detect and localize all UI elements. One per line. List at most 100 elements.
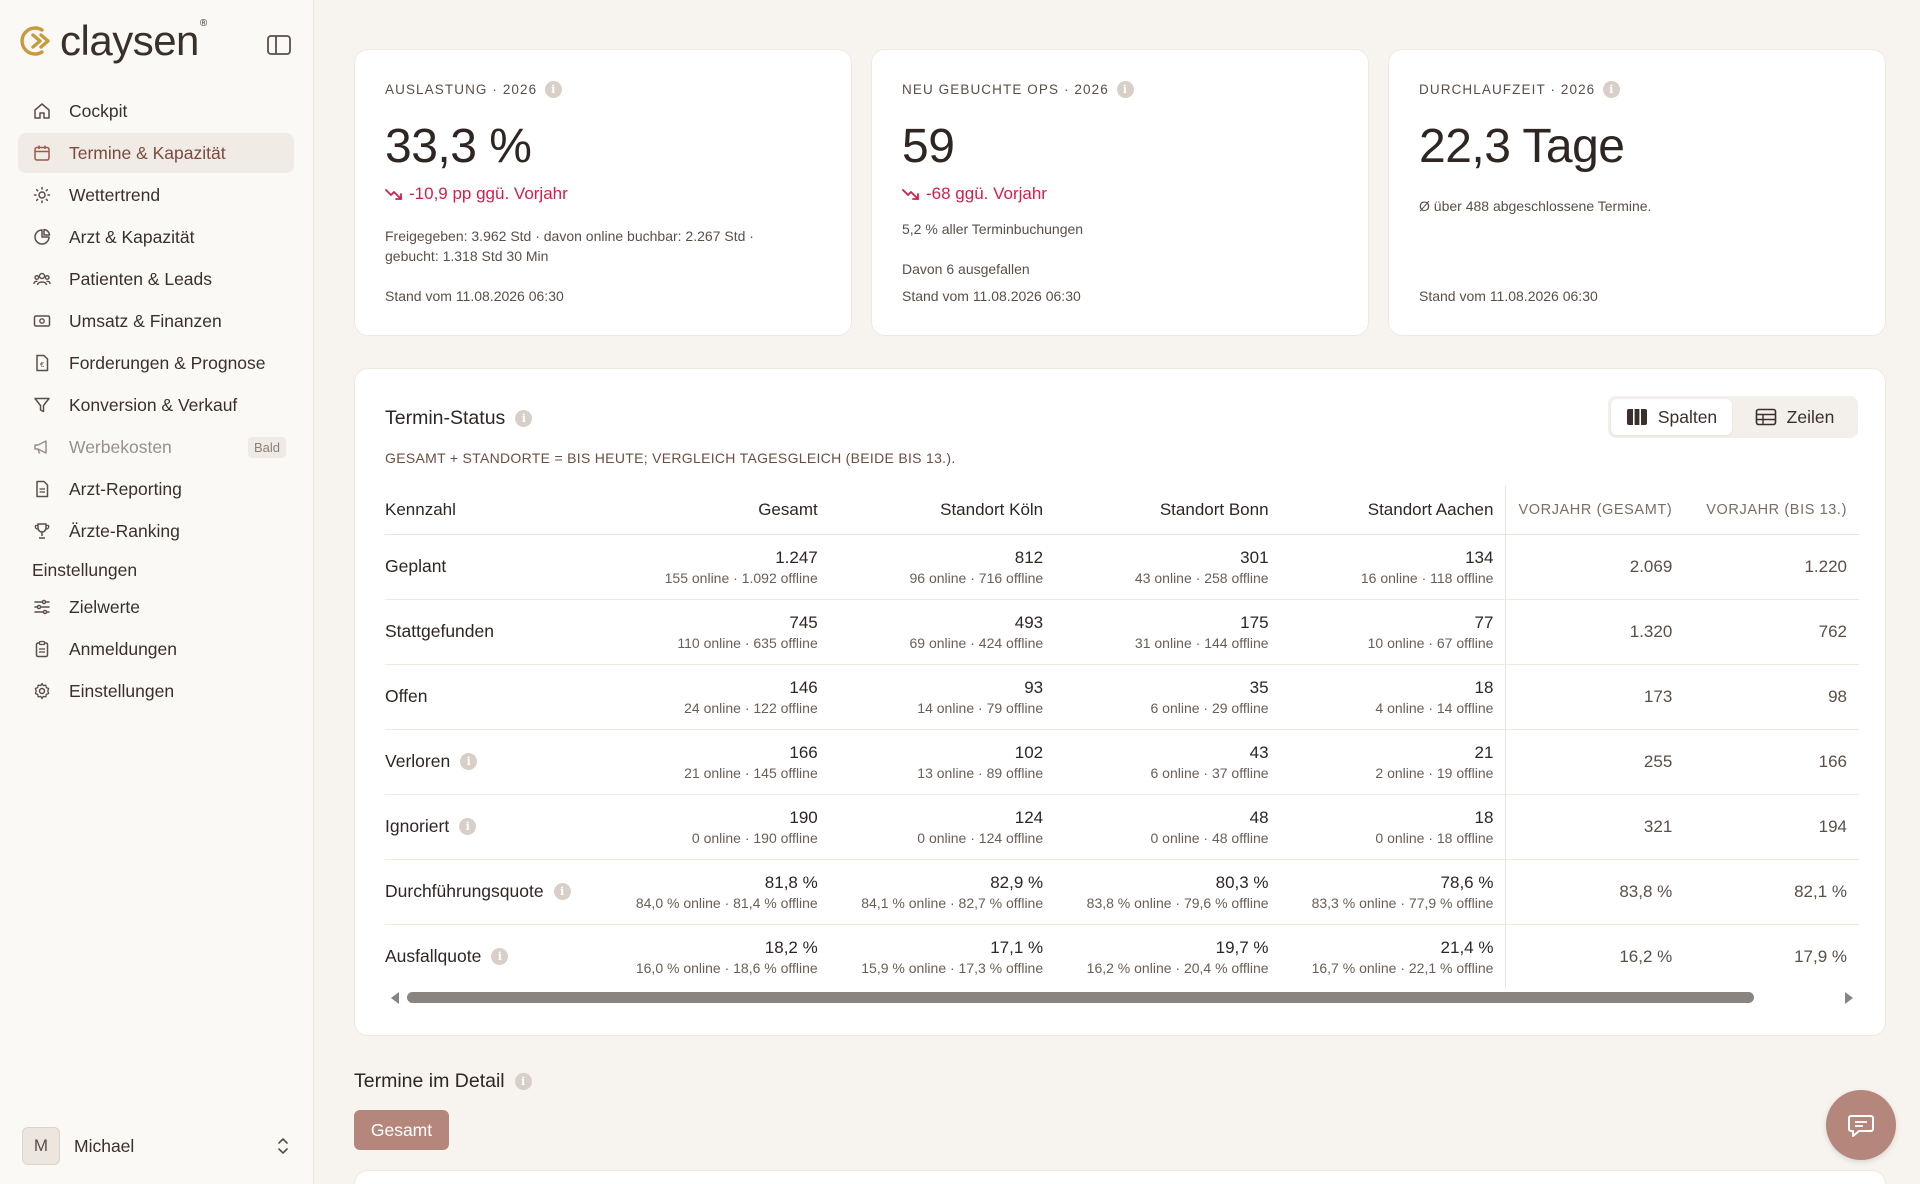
cell-value: 102 [1014, 742, 1044, 762]
cell-breakdown: 155 online · 1.092 offline [664, 569, 818, 586]
scroll-right-arrow-icon[interactable] [1845, 992, 1853, 1004]
info-icon[interactable]: i [553, 883, 571, 900]
nav-item-umsatz-finanzen[interactable]: Umsatz & Finanzen [18, 301, 294, 341]
kpi-card-auslastung: AUSLASTUNG · 2026 i 33,3 % -10,9 pp ggü. … [354, 49, 852, 336]
nav-label: Termine & Kapazität [69, 142, 226, 163]
columns-icon [1626, 409, 1647, 425]
kpi-label: NEU GEBUCHTE OPS · 2026 i [902, 80, 1338, 98]
toggle-rows-button[interactable]: Zeilen [1734, 399, 1855, 435]
chat-button[interactable] [1826, 1090, 1896, 1160]
cell-value: 21,4 % [1440, 937, 1494, 957]
horizontal-scrollbar[interactable] [385, 988, 1859, 1008]
info-icon[interactable]: i [1603, 80, 1621, 98]
kpi-timestamp: Stand vom 11.08.2026 06:30 [902, 288, 1081, 304]
scrollbar-thumb[interactable] [407, 992, 1754, 1003]
nav-label: Arzt-Reporting [69, 478, 182, 499]
chat-icon [1848, 1115, 1874, 1137]
column-header: VORJAHR (BIS 13.) [1684, 486, 1859, 535]
prev-year-cell: 762 [1684, 599, 1859, 665]
brand[interactable]: claysen® [18, 19, 207, 62]
table-row: Ausfallquote i 18,2 % 16,0 % online · 18,6 … [385, 924, 1859, 989]
cell-value: 93 [1024, 677, 1044, 697]
info-icon[interactable]: i [1116, 80, 1134, 98]
kpi-timestamp: Stand vom 11.08.2026 06:30 [1419, 288, 1598, 304]
info-icon[interactable]: i [459, 818, 477, 835]
kpi-sub: Freigegeben: 3.962 Std · davon online bu… [385, 228, 754, 264]
cell-value: 77 [1474, 612, 1494, 632]
nav-label: Ärzte-Ranking [69, 520, 180, 541]
cell-breakdown: 16,0 % online · 18,6 % offline [635, 959, 818, 976]
nav-label: Umsatz & Finanzen [69, 310, 222, 331]
cell-value: 301 [1240, 547, 1269, 567]
nav-item-patienten-leads[interactable]: Patienten & Leads [18, 259, 294, 299]
table-cell: 18,2 % 16,0 % online · 18,6 % offline [604, 924, 829, 989]
prev-year-cell: 1.220 [1684, 534, 1859, 600]
table-row: Ignoriert i 190 0 online · 190 offline 124 0 … [385, 794, 1859, 860]
info-icon[interactable]: i [460, 753, 478, 770]
termin-status-card: Termin-Status i GESAMT + STANDORTE = BIS … [354, 368, 1886, 1036]
info-icon[interactable]: i [491, 948, 509, 966]
receipt-icon: € [36, 354, 49, 372]
table-cell: 80,3 % 83,8 % online · 79,6 % offline [1055, 859, 1281, 925]
column-header: Kennzahl [385, 486, 605, 535]
cell-breakdown: 83,3 % online · 77,9 % offline [1311, 894, 1494, 911]
row-label: Ausfallquote i [385, 924, 604, 989]
nav-item-werbekosten: Werbekosten Bald [18, 427, 294, 467]
cell-value: 812 [1014, 547, 1044, 567]
info-icon[interactable]: i [515, 410, 533, 427]
nav-item-arzt-reporting[interactable]: Arzt-Reporting [18, 469, 294, 509]
cell-value: 82,9 % [990, 872, 1044, 892]
table-cell: 78,6 % 83,3 % online · 77,9 % offline [1280, 859, 1506, 925]
table-cell: 35 6 online · 29 offline [1055, 664, 1281, 730]
column-header: Standort Köln [829, 486, 1056, 535]
cell-breakdown: 31 online · 144 offline [1134, 634, 1269, 651]
section-title: Termin-Status i [385, 407, 533, 430]
cell-breakdown: 84,0 % online · 81,4 % offline [635, 894, 818, 911]
main-nav: Cockpit Termine & Kapazität Wettertrend … [18, 91, 294, 713]
cell-breakdown: 84,1 % online · 82,7 % offline [861, 894, 1044, 911]
nav-label: Werbekosten [69, 436, 172, 457]
table-cell: 48 0 online · 48 offline [1055, 794, 1281, 860]
column-header: VORJAHR (GESAMT) [1505, 486, 1685, 535]
user-menu[interactable]: M Michael [22, 1126, 290, 1166]
nav-item-konversion[interactable]: Konversion & Verkauf [18, 385, 294, 425]
table-row: Offen 146 24 online · 122 offline 93 14 onli… [385, 664, 1859, 730]
scroll-left-arrow-icon[interactable] [391, 992, 399, 1004]
main-content: AUSLASTUNG · 2026 i 33,3 % -10,9 pp ggü. … [354, 0, 1886, 1184]
nav-label: Cockpit [69, 100, 128, 121]
prev-year-cell: 82,1 % [1684, 859, 1859, 925]
nav-item-wettertrend[interactable]: Wettertrend [18, 175, 294, 215]
cell-breakdown: 13 online · 89 offline [917, 764, 1044, 781]
detail-card [354, 1170, 1886, 1184]
nav-item-arzt-kapazitaet[interactable]: Arzt & Kapazität [18, 217, 294, 257]
soon-badge: Bald [247, 436, 286, 458]
nav-item-zielwerte[interactable]: Zielwerte [18, 587, 294, 627]
avatar: M [22, 1127, 60, 1165]
table-cell: 82,9 % 84,1 % online · 82,7 % offline [829, 859, 1056, 925]
table-header-row: Kennzahl Gesamt Standort Köln Standort B… [385, 486, 1859, 535]
nav-item-aerzte-ranking[interactable]: Ärzte-Ranking [18, 511, 294, 551]
nav-item-cockpit[interactable]: Cockpit [18, 91, 294, 131]
nav-item-termine[interactable]: Termine & Kapazität [18, 133, 294, 173]
row-label: Stattgefunden [385, 599, 605, 665]
info-icon[interactable]: i [545, 80, 563, 98]
cell-value: 18 [1474, 807, 1494, 827]
table-cell: 124 0 online · 124 offline [829, 794, 1056, 860]
column-header: Gesamt [604, 486, 830, 535]
nav-item-einstellungen[interactable]: Einstellungen [18, 671, 294, 711]
sun-icon [33, 186, 51, 204]
table-cell: 19,7 % 16,2 % online · 20,4 % offline [1055, 924, 1280, 989]
nav-item-anmeldungen[interactable]: Anmeldungen [18, 629, 294, 669]
info-icon[interactable]: i [514, 1073, 532, 1090]
sidebar-toggle-icon[interactable] [266, 34, 292, 56]
kpi-label: AUSLASTUNG · 2026 i [385, 80, 821, 98]
cell-breakdown: 69 online · 424 offline [909, 634, 1044, 651]
kpi-delta: -68 ggü. Vorjahr [902, 184, 1338, 204]
table-cell: 493 69 online · 424 offline [829, 599, 1056, 665]
nav-item-forderungen[interactable]: € Forderungen & Prognose [18, 343, 294, 383]
toggle-columns-button[interactable]: Spalten [1611, 399, 1732, 435]
filter-gesamt-button[interactable]: Gesamt [354, 1110, 449, 1150]
pie-chart-icon [34, 228, 51, 245]
cell-value: 18 [1474, 677, 1494, 697]
table-cell: 17,1 % 15,9 % online · 17,3 % offline [830, 924, 1055, 989]
